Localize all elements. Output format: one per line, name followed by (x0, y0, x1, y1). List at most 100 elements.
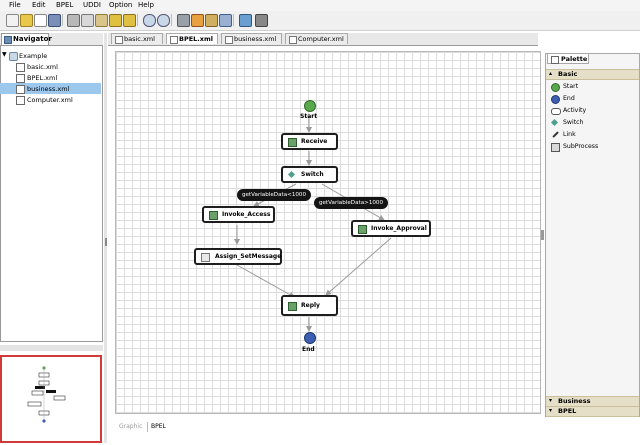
connections-layer (234, 116, 392, 332)
node-reply[interactable]: Reply (281, 295, 338, 316)
canvas-resize-grip-icon[interactable] (541, 230, 544, 240)
node-label: Invoke_Approval (371, 225, 427, 232)
toolbar-separator (233, 14, 234, 26)
tree-root-label: Example (19, 52, 48, 60)
xml-file-icon (16, 63, 25, 72)
end-node-icon[interactable] (304, 332, 316, 344)
tree-item-basic[interactable]: basic.xml (0, 61, 101, 72)
connection[interactable] (325, 237, 392, 296)
invoke-icon (209, 211, 218, 220)
save-icon[interactable] (48, 14, 61, 27)
tab-label: Computer.xml (298, 35, 344, 43)
expand-toggle-icon[interactable]: ▼ (2, 51, 7, 58)
condition-label-right[interactable]: getVariableData>1000 (314, 197, 388, 209)
tab-business-xml[interactable]: business.xml (221, 33, 282, 44)
tree-root[interactable]: ▼ Example (0, 50, 101, 61)
node-switch[interactable]: Switch (281, 166, 338, 183)
node-invoke-access[interactable]: Invoke_Access (202, 206, 275, 223)
new-document-icon[interactable] (34, 14, 47, 27)
zoom-in-icon[interactable] (143, 14, 156, 27)
reply-icon (288, 302, 297, 311)
tab-label: business.xml (234, 35, 277, 43)
start-node-icon[interactable] (304, 100, 316, 112)
switch-icon (287, 170, 296, 179)
splitter-grip-icon[interactable] (105, 238, 107, 246)
node-receive[interactable]: Receive (281, 133, 338, 150)
xml-file-icon (16, 96, 25, 105)
palette-group-basic[interactable]: ▴ Basic (546, 69, 639, 80)
tab-bpel[interactable]: BPEL (151, 423, 166, 430)
key-icon[interactable] (191, 14, 204, 27)
invoke-icon (358, 225, 367, 234)
tree-item-business[interactable]: business.xml (0, 83, 101, 94)
diagram-canvas[interactable]: Start Receive Switch getVariableData<100… (115, 51, 541, 414)
node-label: Invoke_Access (222, 211, 271, 218)
menu-help[interactable]: Help (138, 1, 154, 9)
connection[interactable] (236, 264, 295, 298)
menu-option[interactable]: Option (109, 1, 132, 9)
outline-panel[interactable] (0, 355, 102, 443)
palette-tab[interactable]: Palette (547, 53, 589, 64)
tab-basic-xml[interactable]: basic.xml (111, 33, 163, 44)
palette-item-label: Start (563, 83, 579, 90)
open-folder-icon[interactable] (20, 14, 33, 27)
collapse-arrow-icon: ▴ (549, 70, 553, 77)
expand-arrow-icon: ▾ (549, 397, 553, 404)
toolbar (0, 11, 640, 31)
link-icon[interactable] (219, 14, 232, 27)
menu-uddi[interactable]: UDDI (83, 1, 101, 9)
paste-icon[interactable] (95, 14, 108, 27)
tree-item-label: BPEL.xml (27, 74, 58, 82)
copy-icon[interactable] (81, 14, 94, 27)
node-assign[interactable]: Assign_SetMessage (194, 248, 282, 265)
navigator-tab-label: Navigator (13, 35, 52, 43)
node-invoke-approval[interactable]: Invoke_Approval (351, 220, 431, 237)
start-icon (551, 83, 560, 92)
tab-computer-xml[interactable]: Computer.xml (285, 33, 348, 44)
xml-file-icon (170, 36, 178, 44)
receive-icon (288, 138, 297, 147)
node-label: Reply (301, 302, 320, 309)
palette-item-switch[interactable]: Switch (546, 117, 639, 129)
end-icon (551, 95, 560, 104)
tree-item-computer[interactable]: Computer.xml (0, 94, 101, 105)
menu-edit[interactable]: Edit (32, 1, 46, 9)
toolbar-separator (62, 14, 63, 26)
tree-layout-icon[interactable] (255, 14, 268, 27)
horizontal-splitter[interactable] (0, 345, 103, 351)
palette-item-start[interactable]: Start (546, 81, 639, 93)
tree-item-label: basic.xml (27, 63, 58, 71)
tab-graphic[interactable]: Graphic (119, 423, 142, 430)
palette-group-bpel[interactable]: ▾ BPEL (546, 406, 639, 417)
node-label: Receive (301, 138, 328, 145)
deploy-icon[interactable] (239, 14, 252, 27)
subprocess-icon (551, 143, 560, 152)
palette-item-subprocess[interactable]: SubProcess (546, 141, 639, 153)
tree-item-label: business.xml (27, 85, 70, 93)
palette-group-label: BPEL (558, 407, 577, 415)
assign-icon (201, 253, 210, 262)
palette-item-link[interactable]: Link (546, 129, 639, 141)
palette-item-end[interactable]: End (546, 93, 639, 105)
redo-icon[interactable] (123, 14, 136, 27)
palette-item-label: End (563, 95, 575, 102)
xml-file-icon (289, 36, 297, 44)
tree-item-bpel[interactable]: BPEL.xml (0, 72, 101, 83)
pencil-icon[interactable] (205, 14, 218, 27)
zoom-out-icon[interactable] (157, 14, 170, 27)
new-file-icon[interactable] (6, 14, 19, 27)
cut-icon[interactable] (67, 14, 80, 27)
menu-file[interactable]: File (9, 1, 21, 9)
xml-file-icon (115, 36, 123, 44)
navigator-tab[interactable]: Navigator (1, 33, 52, 45)
palette-item-activity[interactable]: Activity (546, 105, 639, 117)
end-node-label: End (302, 346, 315, 353)
tab-bpel-xml[interactable]: BPEL.xml (166, 33, 218, 44)
menu-bpel[interactable]: BPEL (56, 1, 73, 9)
grid-icon[interactable] (177, 14, 190, 27)
condition-label-left[interactable]: getVariableData<1000 (237, 189, 311, 201)
toolbar-separator (171, 14, 172, 26)
project-icon (9, 52, 18, 61)
switch-icon (550, 118, 559, 127)
undo-icon[interactable] (109, 14, 122, 27)
